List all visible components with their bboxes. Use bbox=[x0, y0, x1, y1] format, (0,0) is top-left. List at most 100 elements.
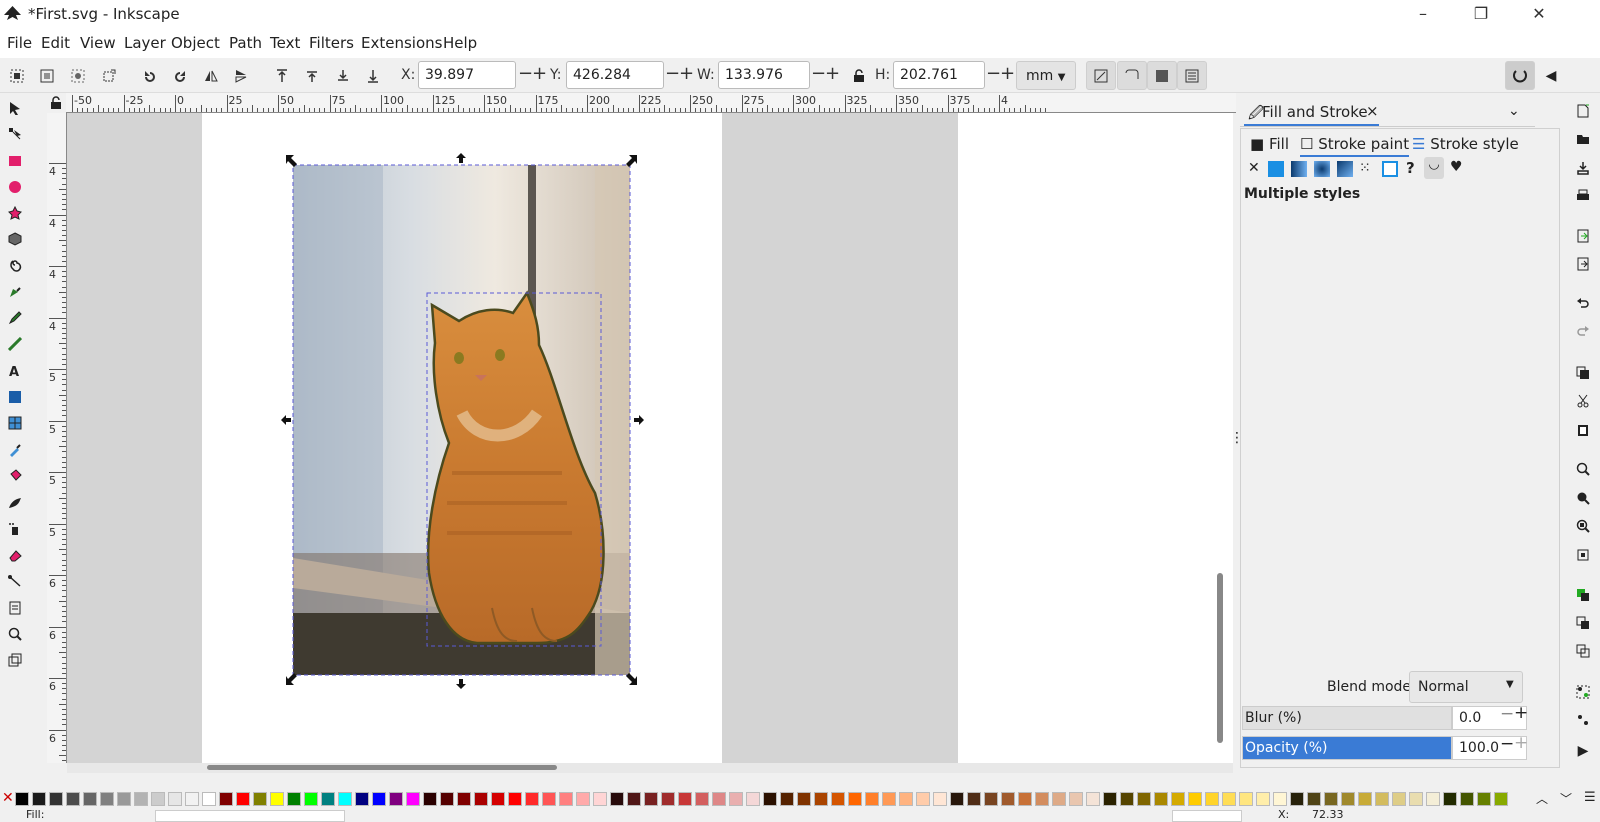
palette-swatch[interactable] bbox=[236, 792, 250, 806]
palette-swatch[interactable] bbox=[49, 792, 63, 806]
export-icon[interactable] bbox=[1573, 254, 1593, 274]
blur-increment-button[interactable]: + bbox=[1514, 703, 1528, 723]
calligraphy-tool-icon[interactable] bbox=[5, 334, 25, 354]
unset-paint-icon[interactable]: ? bbox=[1406, 159, 1415, 177]
snap-toggle-button[interactable] bbox=[1505, 61, 1535, 90]
menu-help[interactable]: Help bbox=[443, 34, 477, 52]
palette-swatch[interactable] bbox=[1052, 792, 1066, 806]
y-field[interactable]: 426.284 bbox=[566, 61, 664, 89]
redo-icon[interactable] bbox=[1573, 321, 1593, 341]
palette-swatch[interactable] bbox=[440, 792, 454, 806]
palette-swatch[interactable] bbox=[967, 792, 981, 806]
open-icon[interactable] bbox=[1573, 129, 1593, 149]
palette-swatch[interactable] bbox=[933, 792, 947, 806]
paste-icon[interactable] bbox=[1573, 420, 1593, 440]
no-paint-icon[interactable]: ✕ bbox=[1248, 160, 1260, 176]
palette-swatch[interactable] bbox=[1103, 792, 1117, 806]
paint-bucket-tool-icon[interactable] bbox=[5, 466, 25, 486]
dock-menu-chevron-icon[interactable]: ⌄ bbox=[1508, 103, 1520, 119]
palette-swatch[interactable] bbox=[1341, 792, 1355, 806]
restore-button[interactable]: ❐ bbox=[1458, 0, 1504, 28]
palette-swatch[interactable] bbox=[100, 792, 114, 806]
palette-swatch[interactable] bbox=[1358, 792, 1372, 806]
fill-rule-evenodd-icon[interactable]: ◡ bbox=[1424, 157, 1444, 179]
palette-swatch[interactable] bbox=[1239, 792, 1253, 806]
subtab-stroke-paint[interactable]: ☐ Stroke paint bbox=[1300, 135, 1410, 157]
mesh-tool-icon[interactable] bbox=[5, 413, 25, 433]
palette-swatch[interactable] bbox=[1460, 792, 1474, 806]
new-document-icon[interactable] bbox=[1573, 101, 1593, 121]
ungroup-icon[interactable] bbox=[1573, 710, 1593, 730]
palette-swatch[interactable] bbox=[916, 792, 930, 806]
blur-decrement-button[interactable]: − bbox=[1500, 704, 1514, 724]
gradient-tool-icon[interactable] bbox=[5, 387, 25, 407]
raise-icon[interactable] bbox=[301, 65, 323, 87]
undo-icon[interactable] bbox=[1573, 293, 1593, 313]
subtab-stroke-style[interactable]: ☰ Stroke style bbox=[1412, 135, 1519, 153]
layer-indicator[interactable] bbox=[1172, 810, 1242, 822]
unlink-clone-icon[interactable] bbox=[1573, 641, 1593, 661]
transform-icon[interactable] bbox=[98, 65, 120, 87]
palette-swatch[interactable] bbox=[610, 792, 624, 806]
menu-layer[interactable]: Layer bbox=[124, 34, 166, 52]
palette-swatch[interactable] bbox=[321, 792, 335, 806]
menu-filters[interactable]: Filters bbox=[309, 34, 354, 52]
w-increment-button[interactable]: + bbox=[825, 61, 840, 89]
mesh-gradient-icon[interactable] bbox=[1337, 161, 1353, 177]
lower-to-bottom-icon[interactable] bbox=[362, 65, 384, 87]
flat-color-icon[interactable] bbox=[1268, 161, 1284, 177]
palette-swatch[interactable] bbox=[474, 792, 488, 806]
palette-swatch[interactable] bbox=[1171, 792, 1185, 806]
palette-swatch[interactable] bbox=[763, 792, 777, 806]
opacity-decrement-button[interactable]: − bbox=[1500, 734, 1514, 754]
palette-swatch[interactable] bbox=[627, 792, 641, 806]
h-increment-button[interactable]: + bbox=[1000, 61, 1015, 89]
group-icon[interactable] bbox=[1573, 682, 1593, 702]
connector-tool-icon[interactable] bbox=[5, 571, 25, 591]
palette-swatch[interactable] bbox=[66, 792, 80, 806]
minimize-button[interactable]: – bbox=[1400, 0, 1446, 28]
palette-swatch[interactable] bbox=[83, 792, 97, 806]
palette-swatch[interactable] bbox=[202, 792, 216, 806]
zoom-tool-icon[interactable] bbox=[5, 624, 25, 644]
palette-swatch[interactable] bbox=[423, 792, 437, 806]
palette-swatch[interactable] bbox=[151, 792, 165, 806]
palette-swatch[interactable] bbox=[1035, 792, 1049, 806]
palette-swatch[interactable] bbox=[15, 792, 29, 806]
menu-view[interactable]: View bbox=[80, 34, 116, 52]
pen-tool-icon[interactable] bbox=[5, 282, 25, 302]
palette-swatch[interactable] bbox=[644, 792, 658, 806]
x-field[interactable]: 39.897 bbox=[418, 61, 516, 89]
move-gradients-button[interactable] bbox=[1147, 61, 1177, 90]
palette-swatch[interactable] bbox=[1137, 792, 1151, 806]
palette-swatch[interactable] bbox=[525, 792, 539, 806]
ellipse-tool-icon[interactable] bbox=[5, 177, 25, 197]
palette-swatch[interactable] bbox=[1494, 792, 1508, 806]
palette-swatch[interactable] bbox=[1477, 792, 1491, 806]
y-increment-button[interactable]: + bbox=[679, 61, 694, 89]
palette-swatch[interactable] bbox=[508, 792, 522, 806]
palette-swatch[interactable] bbox=[457, 792, 471, 806]
spray-tool-icon[interactable] bbox=[5, 519, 25, 539]
w-decrement-button[interactable]: − bbox=[811, 61, 826, 89]
menu-path[interactable]: Path bbox=[229, 34, 262, 52]
palette-scroll-down-icon[interactable]: ﹀ bbox=[1560, 790, 1572, 807]
copy-icon[interactable] bbox=[1573, 363, 1593, 383]
h-field[interactable]: 202.761 bbox=[893, 61, 985, 89]
palette-swatch[interactable] bbox=[1069, 792, 1083, 806]
palette-swatch[interactable] bbox=[1307, 792, 1321, 806]
save-icon[interactable] bbox=[1573, 158, 1593, 178]
fill-rule-nonzero-icon[interactable]: ♥ bbox=[1450, 159, 1463, 175]
cut-icon[interactable] bbox=[1573, 391, 1593, 411]
palette-swatch[interactable] bbox=[593, 792, 607, 806]
opacity-increment-button[interactable]: + bbox=[1514, 733, 1528, 753]
palette-swatch[interactable] bbox=[1256, 792, 1270, 806]
unit-select[interactable]: mm ▼ bbox=[1016, 61, 1076, 90]
lock-icon[interactable] bbox=[848, 65, 870, 87]
palette-swatch[interactable] bbox=[831, 792, 845, 806]
radial-gradient-icon[interactable] bbox=[1314, 161, 1330, 177]
y-decrement-button[interactable]: − bbox=[665, 61, 680, 89]
lower-icon[interactable] bbox=[332, 65, 354, 87]
palette-swatch[interactable] bbox=[1324, 792, 1338, 806]
clone-icon[interactable] bbox=[1573, 613, 1593, 633]
